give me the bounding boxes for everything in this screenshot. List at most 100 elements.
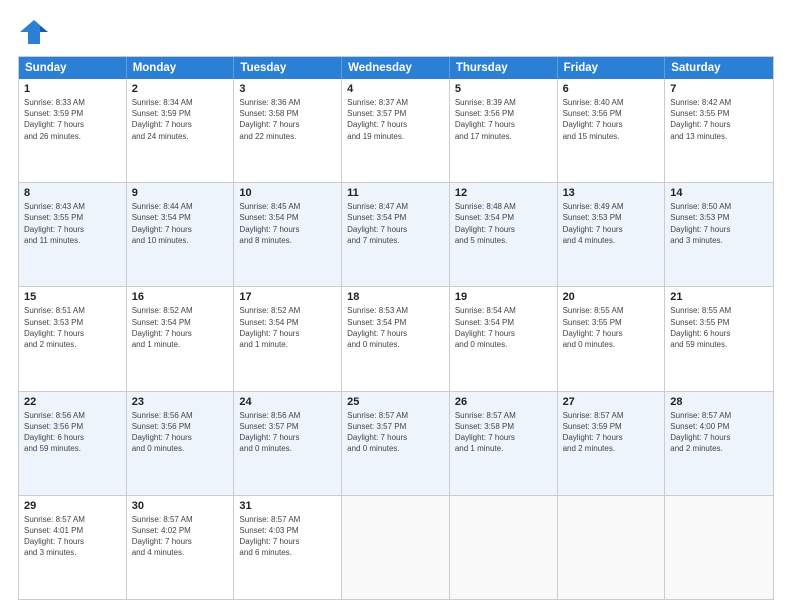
cell-line: Sunset: 3:54 PM — [132, 212, 229, 223]
cell-line: Sunrise: 8:55 AM — [563, 305, 660, 316]
cell-line: Sunset: 3:55 PM — [670, 108, 768, 119]
cell-line: Daylight: 6 hours — [670, 328, 768, 339]
cell-line: Sunset: 3:55 PM — [24, 212, 121, 223]
cell-line: Sunrise: 8:43 AM — [24, 201, 121, 212]
day-number: 9 — [132, 187, 229, 199]
day-number: 29 — [24, 500, 121, 512]
cell-line: and 2 minutes. — [563, 443, 660, 454]
cell-line: and 8 minutes. — [239, 235, 336, 246]
cell-line: Sunset: 3:54 PM — [347, 317, 444, 328]
cell-line: and 15 minutes. — [563, 131, 660, 142]
cell-line: Daylight: 7 hours — [24, 224, 121, 235]
cell-line: Sunrise: 8:57 AM — [347, 410, 444, 421]
day-number: 10 — [239, 187, 336, 199]
cell-line: Daylight: 7 hours — [24, 119, 121, 130]
cal-cell-day-18: 18Sunrise: 8:53 AMSunset: 3:54 PMDayligh… — [342, 287, 450, 390]
cell-line: Sunrise: 8:50 AM — [670, 201, 768, 212]
cell-line: Sunset: 3:54 PM — [132, 317, 229, 328]
cell-line: Sunrise: 8:33 AM — [24, 97, 121, 108]
cell-line: and 0 minutes. — [563, 339, 660, 350]
cal-cell-empty — [558, 496, 666, 599]
cell-line: and 19 minutes. — [347, 131, 444, 142]
cal-cell-day-30: 30Sunrise: 8:57 AMSunset: 4:02 PMDayligh… — [127, 496, 235, 599]
cell-line: Sunrise: 8:57 AM — [455, 410, 552, 421]
cell-line: Sunrise: 8:57 AM — [132, 514, 229, 525]
cal-cell-day-29: 29Sunrise: 8:57 AMSunset: 4:01 PMDayligh… — [19, 496, 127, 599]
day-number: 6 — [563, 83, 660, 95]
cell-line: Sunrise: 8:39 AM — [455, 97, 552, 108]
cell-line: Daylight: 7 hours — [239, 536, 336, 547]
cell-line: Sunset: 4:03 PM — [239, 525, 336, 536]
cell-line: Sunrise: 8:42 AM — [670, 97, 768, 108]
day-number: 11 — [347, 187, 444, 199]
cell-line: Daylight: 7 hours — [132, 119, 229, 130]
header-day-wednesday: Wednesday — [342, 57, 450, 79]
day-number: 28 — [670, 396, 768, 408]
cell-line: Sunrise: 8:56 AM — [239, 410, 336, 421]
cal-cell-day-6: 6Sunrise: 8:40 AMSunset: 3:56 PMDaylight… — [558, 79, 666, 182]
cell-line: and 7 minutes. — [347, 235, 444, 246]
calendar-row-1: 1Sunrise: 8:33 AMSunset: 3:59 PMDaylight… — [19, 79, 773, 182]
cell-line: Sunrise: 8:34 AM — [132, 97, 229, 108]
cell-line: Daylight: 7 hours — [563, 432, 660, 443]
day-number: 19 — [455, 291, 552, 303]
day-number: 8 — [24, 187, 121, 199]
cell-line: Sunrise: 8:52 AM — [239, 305, 336, 316]
cell-line: Daylight: 7 hours — [563, 119, 660, 130]
cell-line: and 6 minutes. — [239, 547, 336, 558]
cal-cell-day-12: 12Sunrise: 8:48 AMSunset: 3:54 PMDayligh… — [450, 183, 558, 286]
day-number: 17 — [239, 291, 336, 303]
cal-cell-empty — [450, 496, 558, 599]
cell-line: Sunrise: 8:57 AM — [239, 514, 336, 525]
cal-cell-day-1: 1Sunrise: 8:33 AMSunset: 3:59 PMDaylight… — [19, 79, 127, 182]
day-number: 20 — [563, 291, 660, 303]
calendar-row-3: 15Sunrise: 8:51 AMSunset: 3:53 PMDayligh… — [19, 286, 773, 390]
day-number: 1 — [24, 83, 121, 95]
cell-line: Sunrise: 8:36 AM — [239, 97, 336, 108]
cal-cell-day-19: 19Sunrise: 8:54 AMSunset: 3:54 PMDayligh… — [450, 287, 558, 390]
cell-line: Sunset: 3:58 PM — [239, 108, 336, 119]
day-number: 16 — [132, 291, 229, 303]
cal-cell-day-26: 26Sunrise: 8:57 AMSunset: 3:58 PMDayligh… — [450, 392, 558, 495]
cell-line: and 0 minutes. — [239, 443, 336, 454]
cell-line: and 59 minutes. — [24, 443, 121, 454]
cell-line: Daylight: 7 hours — [24, 328, 121, 339]
header-day-tuesday: Tuesday — [234, 57, 342, 79]
cell-line: Sunset: 3:56 PM — [455, 108, 552, 119]
cell-line: Sunrise: 8:44 AM — [132, 201, 229, 212]
calendar-body: 1Sunrise: 8:33 AMSunset: 3:59 PMDaylight… — [19, 79, 773, 599]
cal-cell-empty — [665, 496, 773, 599]
cal-cell-day-15: 15Sunrise: 8:51 AMSunset: 3:53 PMDayligh… — [19, 287, 127, 390]
header-day-saturday: Saturday — [665, 57, 773, 79]
cell-line: and 59 minutes. — [670, 339, 768, 350]
cell-line: Sunrise: 8:52 AM — [132, 305, 229, 316]
cell-line: Sunrise: 8:57 AM — [563, 410, 660, 421]
cal-cell-day-11: 11Sunrise: 8:47 AMSunset: 3:54 PMDayligh… — [342, 183, 450, 286]
cell-line: and 4 minutes. — [132, 547, 229, 558]
cell-line: and 24 minutes. — [132, 131, 229, 142]
cell-line: Sunset: 3:54 PM — [239, 212, 336, 223]
cell-line: Sunset: 3:56 PM — [132, 421, 229, 432]
cell-line: Daylight: 7 hours — [239, 328, 336, 339]
cell-line: Daylight: 7 hours — [347, 224, 444, 235]
cal-cell-day-8: 8 Sunrise: 8:43 AMSunset: 3:55 PMDaylight… — [19, 183, 127, 286]
header-day-friday: Friday — [558, 57, 666, 79]
day-number: 21 — [670, 291, 768, 303]
cell-line: Sunrise: 8:37 AM — [347, 97, 444, 108]
cell-line: and 26 minutes. — [24, 131, 121, 142]
cell-line: Daylight: 7 hours — [455, 432, 552, 443]
cell-line: Sunset: 4:00 PM — [670, 421, 768, 432]
cell-line: and 0 minutes. — [347, 339, 444, 350]
cal-cell-day-10: 10Sunrise: 8:45 AMSunset: 3:54 PMDayligh… — [234, 183, 342, 286]
cell-line: Daylight: 7 hours — [347, 432, 444, 443]
cal-cell-day-28: 28Sunrise: 8:57 AMSunset: 4:00 PMDayligh… — [665, 392, 773, 495]
cell-line: and 0 minutes. — [347, 443, 444, 454]
cell-line: Sunrise: 8:55 AM — [670, 305, 768, 316]
cell-line: Daylight: 7 hours — [347, 119, 444, 130]
cell-line: Sunset: 3:55 PM — [670, 317, 768, 328]
cell-line: and 2 minutes. — [670, 443, 768, 454]
cal-cell-day-13: 13Sunrise: 8:49 AMSunset: 3:53 PMDayligh… — [558, 183, 666, 286]
cell-line: Sunrise: 8:47 AM — [347, 201, 444, 212]
cell-line: Sunset: 3:55 PM — [563, 317, 660, 328]
cell-line: Sunset: 3:53 PM — [24, 317, 121, 328]
